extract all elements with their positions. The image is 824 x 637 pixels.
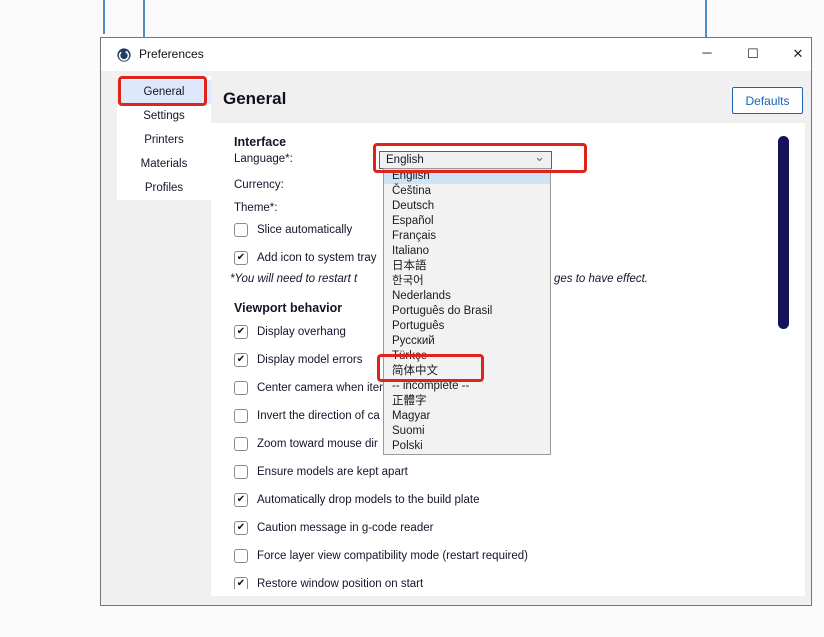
checkbox-row[interactable]: ✔ Slice automatically	[234, 216, 377, 244]
background-window-line	[143, 0, 145, 37]
language-dropdown[interactable]: English ⌄	[379, 151, 552, 169]
defaults-button[interactable]: Defaults	[732, 87, 803, 114]
language-option[interactable]: Italiano	[384, 244, 550, 259]
interface-checkbox-group: ✔ Slice automatically ✔ Add icon to syst…	[234, 216, 377, 272]
checkbox-label: Slice automatically	[257, 224, 352, 236]
language-option[interactable]: English	[384, 169, 550, 184]
minimize-button[interactable]: ─	[692, 38, 722, 71]
currency-label: Currency:	[234, 179, 284, 191]
checkbox[interactable]: ✔	[234, 465, 248, 479]
checkbox-label: Ensure models are kept apart	[257, 466, 408, 478]
language-option[interactable]: 한국어	[384, 274, 550, 289]
checkbox-label: Center camera when iter	[257, 382, 383, 394]
language-selected-value: English	[386, 154, 534, 166]
language-option[interactable]: -- incomplete --	[384, 379, 550, 394]
language-option[interactable]: Čeština	[384, 184, 550, 199]
viewport-section-heading: Viewport behavior	[234, 301, 342, 315]
language-option[interactable]: Español	[384, 214, 550, 229]
check-icon: ✔	[237, 252, 245, 263]
checkbox-row[interactable]: ✔ Caution message in g-code reader	[234, 514, 528, 542]
check-icon: ✔	[237, 494, 245, 505]
checkbox-row[interactable]: ✔ Restore window position on start	[234, 570, 528, 589]
checkbox[interactable]: ✔	[234, 409, 248, 423]
checkbox-label: Caution message in g-code reader	[257, 522, 433, 534]
language-option[interactable]: Français	[384, 229, 550, 244]
language-option[interactable]: Türkçe	[384, 349, 550, 364]
language-option[interactable]: Suomi	[384, 424, 550, 439]
checkbox-label: Display overhang	[257, 326, 346, 338]
checkbox-label: Zoom toward mouse dir	[257, 438, 378, 450]
sidebar-item[interactable]: Materials	[117, 152, 211, 176]
check-icon: ✔	[237, 522, 245, 533]
checkbox[interactable]: ✔	[234, 381, 248, 395]
checkbox-label: Automatically drop models to the build p…	[257, 494, 479, 506]
preferences-sidebar: General Settings Printers Materials Prof…	[117, 76, 211, 200]
checkbox-label: Add icon to system tray	[257, 252, 377, 264]
checkbox-row[interactable]: ✔ Ensure models are kept apart	[234, 458, 528, 486]
restart-note-left: *You will need to restart t	[230, 273, 357, 285]
theme-label: Theme*:	[234, 202, 277, 214]
language-option[interactable]: 正體字	[384, 394, 550, 409]
vertical-scrollbar[interactable]	[778, 136, 789, 329]
background-window-line	[103, 0, 105, 34]
checkbox[interactable]: ✔	[234, 493, 248, 507]
checkbox-label: Restore window position on start	[257, 578, 423, 589]
maximize-button[interactable]: ☐	[738, 38, 768, 71]
window-title: Preferences	[139, 47, 204, 61]
sidebar-item[interactable]: Settings	[117, 104, 211, 128]
close-button[interactable]: ✕	[783, 38, 813, 71]
language-option[interactable]: Português	[384, 319, 550, 334]
check-icon: ✔	[237, 578, 245, 589]
language-option[interactable]: Polski	[384, 439, 550, 454]
checkbox[interactable]: ✔	[234, 549, 248, 563]
sidebar-item[interactable]: Profiles	[117, 176, 211, 200]
language-option[interactable]: Deutsch	[384, 199, 550, 214]
check-icon: ✔	[237, 326, 245, 337]
checkbox-row[interactable]: ✔ Add icon to system tray	[234, 244, 377, 272]
checkbox[interactable]: ✔	[234, 251, 248, 265]
language-option[interactable]: Русский	[384, 334, 550, 349]
checkbox-row[interactable]: ✔ Automatically drop models to the build…	[234, 486, 528, 514]
chevron-down-icon: ⌄	[534, 152, 545, 162]
restart-note-right: ges to have effect.	[554, 273, 648, 285]
checkbox[interactable]: ✔	[234, 353, 248, 367]
sidebar-item[interactable]: General	[117, 80, 211, 104]
checkbox-row[interactable]: ✔ Force layer view compatibility mode (r…	[234, 542, 528, 570]
checkbox[interactable]: ✔	[234, 325, 248, 339]
language-option[interactable]: 简体中文	[384, 364, 550, 379]
language-option[interactable]: Nederlands	[384, 289, 550, 304]
checkbox[interactable]: ✔	[234, 521, 248, 535]
language-option[interactable]: Magyar	[384, 409, 550, 424]
page-title: General	[223, 89, 286, 109]
language-label: Language*:	[234, 153, 293, 165]
cura-app-icon	[117, 48, 131, 62]
background-window-line	[705, 0, 707, 37]
checkbox-label: Force layer view compatibility mode (res…	[257, 550, 528, 562]
checkbox-label: Display model errors	[257, 354, 362, 366]
language-option[interactable]: 日本語	[384, 259, 550, 274]
sidebar-item[interactable]: Printers	[117, 128, 211, 152]
checkbox[interactable]: ✔	[234, 437, 248, 451]
language-option[interactable]: Português do Brasil	[384, 304, 550, 319]
checkbox[interactable]: ✔	[234, 577, 248, 589]
language-dropdown-list: English Čeština Deutsch Español Français…	[383, 168, 551, 455]
interface-section-heading: Interface	[234, 135, 286, 149]
check-icon: ✔	[237, 354, 245, 365]
title-bar: Preferences ─ ☐ ✕	[101, 38, 811, 71]
checkbox-label: Invert the direction of ca	[257, 410, 380, 422]
checkbox[interactable]: ✔	[234, 223, 248, 237]
preferences-dialog: Preferences ─ ☐ ✕ General Settings Print…	[100, 37, 812, 606]
